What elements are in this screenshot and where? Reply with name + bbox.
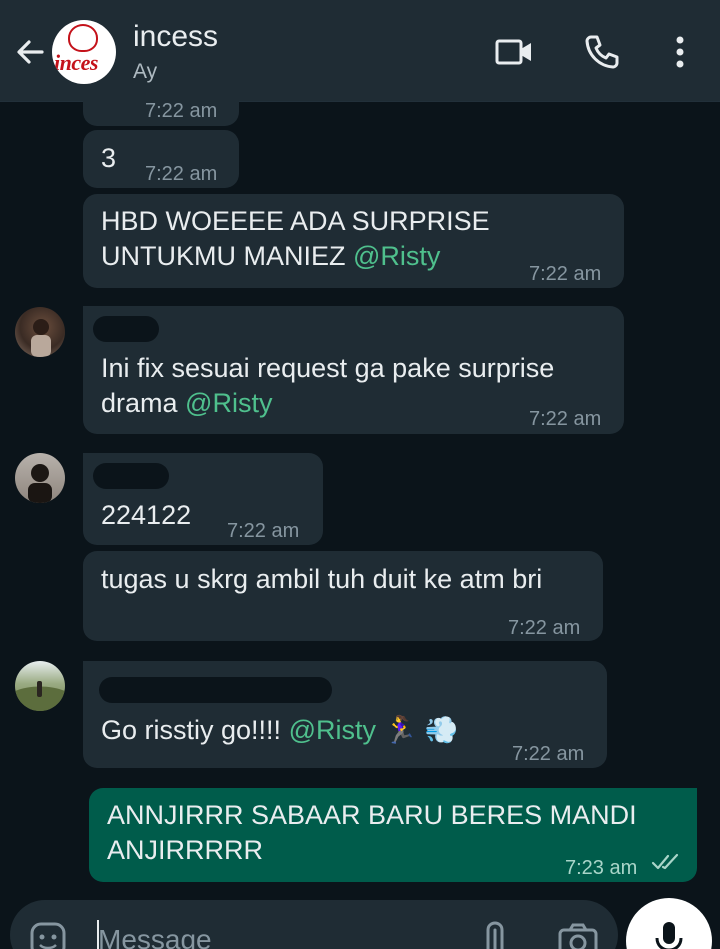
- sender-avatar[interactable]: [15, 661, 65, 711]
- message-text: ANNJIRRR SABAAR BARU BERES MANDI ANJIRRR…: [107, 800, 637, 865]
- attach-icon[interactable]: [478, 920, 510, 949]
- sender-name-redacted: [93, 316, 159, 342]
- sender-photo: [31, 319, 51, 357]
- running-emoji: 🏃‍♀️ 💨: [383, 715, 459, 745]
- message-input[interactable]: Message: [98, 924, 212, 949]
- sender-photo: [28, 464, 52, 503]
- mention-link[interactable]: @Risty: [289, 715, 376, 745]
- message-text: tugas u skrg ambil tuh duit ke atm bri: [101, 564, 543, 594]
- message-time: 7:23 am: [565, 857, 638, 879]
- message-bubble[interactable]: HBD WOEEEE ADA SURPRISE UNTUKMU MANIEZ @…: [83, 194, 624, 288]
- message-bubble[interactable]: 3 7:22 am: [83, 130, 239, 188]
- read-receipt-icon: [651, 853, 679, 870]
- message-bubble[interactable]: Go risstiy go!!!! @Risty 🏃‍♀️ 💨 7:22 am: [83, 661, 607, 768]
- sender-avatar[interactable]: [15, 307, 65, 357]
- more-options-icon[interactable]: [660, 32, 700, 72]
- sender-name-redacted: [99, 677, 332, 703]
- message-time: 7:22 am: [508, 617, 581, 639]
- outgoing-message-bubble[interactable]: ANNJIRRR SABAAR BARU BERES MANDI ANJIRRR…: [89, 788, 697, 882]
- message-time: 7:22 am: [529, 408, 602, 430]
- message-bubble[interactable]: 7:22 am: [83, 90, 239, 126]
- avatar-logo-text: inces: [54, 50, 98, 75]
- sticker-icon[interactable]: [28, 920, 68, 949]
- voice-call-icon[interactable]: [582, 32, 622, 72]
- message-text: 224122: [101, 500, 192, 530]
- avatar-face-drawing: [68, 24, 98, 52]
- mention-link[interactable]: @Risty: [185, 388, 272, 418]
- message-time: 7:22 am: [529, 263, 602, 285]
- message-bubble[interactable]: 224122 7:22 am: [83, 453, 323, 545]
- message-bubble[interactable]: tugas u skrg ambil tuh duit ke atm bri 7…: [83, 551, 603, 641]
- microphone-icon: [655, 922, 683, 949]
- message-text: Ini fix sesuai request ga pake surprise …: [101, 351, 554, 421]
- message-bubble[interactable]: Ini fix sesuai request ga pake surprise …: [83, 306, 624, 434]
- video-call-icon[interactable]: [494, 32, 534, 72]
- message-text: 3: [101, 143, 117, 173]
- message-time: 7:22 am: [145, 163, 218, 185]
- chat-subtitle[interactable]: Ay: [133, 60, 157, 84]
- message-body: Ini fix sesuai request ga pake surprise …: [101, 353, 555, 418]
- message-time: 7:22 am: [512, 743, 585, 765]
- sender-photo: [15, 681, 65, 711]
- message-time: 7:22 am: [227, 520, 300, 542]
- sender-name-redacted: [93, 463, 169, 489]
- sender-avatar[interactable]: [15, 453, 65, 503]
- message-text: Go risstiy go!!!! @Risty 🏃‍♀️ 💨: [101, 713, 458, 748]
- back-arrow-icon[interactable]: [12, 34, 48, 70]
- camera-icon[interactable]: [556, 920, 600, 949]
- message-body: Go risstiy go!!!!: [101, 715, 289, 745]
- message-text: HBD WOEEEE ADA SURPRISE UNTUKMU MANIEZ @…: [101, 204, 490, 274]
- mention-link[interactable]: @Risty: [353, 241, 440, 271]
- message-composer[interactable]: Message: [10, 900, 618, 949]
- message-time: 7:22 am: [145, 100, 218, 122]
- chat-title[interactable]: incess: [133, 20, 218, 54]
- group-avatar[interactable]: inces: [52, 20, 116, 84]
- voice-message-button[interactable]: [626, 898, 712, 949]
- chat-header: inces incess Ay: [0, 0, 720, 102]
